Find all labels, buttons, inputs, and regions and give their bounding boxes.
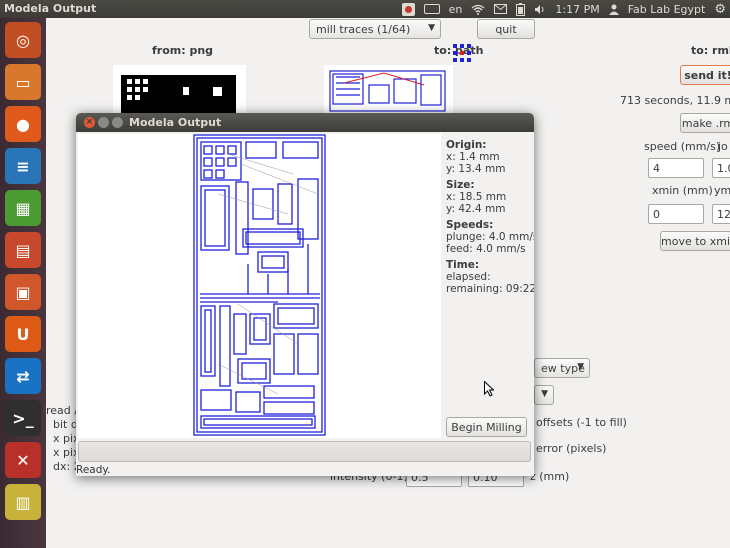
grid-icon <box>453 44 471 62</box>
xmin-label: xmin (mm) <box>652 184 713 197</box>
launcher: ◎ ▭ ● ≡ ▦ ▤ ▣ U ⇄ >_ ✕ ▥ <box>0 18 46 548</box>
chevron-down-icon: ▼ <box>577 362 584 372</box>
speed-label: speed (mm/s) <box>644 140 721 153</box>
plunge-speed: plunge: 4.0 mm/s <box>446 231 534 243</box>
wifi-icon[interactable] <box>471 4 485 15</box>
minimize-icon[interactable] <box>98 117 109 128</box>
indicator-app-icon[interactable] <box>401 2 415 16</box>
keyboard-layout[interactable]: en <box>449 3 463 16</box>
user-name[interactable]: Fab Lab Egypt <box>628 3 706 16</box>
move-to-xmin-button[interactable]: move to xmin <box>660 231 730 251</box>
modela-output-window: × Modela Output Origin: x: 1.4 mm y: 13.… <box>76 113 534 476</box>
launcher-teamviewer-icon[interactable]: ⇄ <box>5 358 41 394</box>
view-type-select[interactable]: ew type ▼ <box>534 358 590 378</box>
size-title: Size: <box>446 179 475 191</box>
origin-y: y: 13.4 mm <box>446 163 506 175</box>
png-preview <box>113 65 246 115</box>
make-rml-button[interactable]: make .rm <box>680 113 730 133</box>
speed-input[interactable]: 4 <box>648 158 704 178</box>
size-x: x: 18.5 mm <box>446 191 507 203</box>
clock[interactable]: 1:17 PM <box>555 3 599 16</box>
time-estimate: 713 seconds, 11.9 minu <box>620 94 730 107</box>
status-text: Ready. <box>76 464 111 476</box>
window-titlebar[interactable]: × Modela Output <box>76 113 534 132</box>
launcher-workspaces-icon[interactable]: ▥ <box>5 484 41 520</box>
chevron-down-icon: ▼ <box>541 389 548 399</box>
toolpath-canvas[interactable] <box>78 134 441 438</box>
active-app-title: Modela Output <box>4 2 97 15</box>
job-info-panel: Origin: x: 1.4 mm y: 13.4 mm Size: x: 18… <box>446 135 534 295</box>
user-icon <box>608 4 619 15</box>
origin-title: Origin: <box>446 139 487 151</box>
path-preview <box>324 65 453 115</box>
launcher-ubuntu-dash-icon[interactable]: ◎ <box>5 22 41 58</box>
launcher-settings-icon[interactable]: ✕ <box>5 442 41 478</box>
launcher-firefox-icon[interactable]: ● <box>5 106 41 142</box>
chevron-down-icon: ▼ <box>428 23 435 33</box>
jog-label: jo <box>718 140 728 153</box>
speeds-title: Speeds: <box>446 219 494 231</box>
jog-input[interactable]: 1.0 <box>712 158 730 178</box>
feed-speed: feed: 4.0 mm/s <box>446 243 526 255</box>
launcher-software-center-icon[interactable]: ▣ <box>5 274 41 310</box>
window-title: Modela Output <box>129 116 222 129</box>
elapsed-time: elapsed: <box>446 271 491 283</box>
top-panel: Modela Output en 1:17 PM Fab Lab Egypt ⚙ <box>0 0 730 18</box>
system-tray: en 1:17 PM Fab Lab Egypt ⚙ <box>401 1 726 17</box>
close-icon[interactable]: × <box>84 117 95 128</box>
from-png-label: from: png <box>152 44 214 57</box>
mode-select[interactable]: mill traces (1/64) ▼ <box>309 19 441 39</box>
begin-milling-button[interactable]: Begin Milling <box>446 417 527 437</box>
mail-icon[interactable] <box>494 4 508 14</box>
launcher-files-icon[interactable]: ▭ <box>5 64 41 100</box>
log-line: read / <box>46 404 78 417</box>
launcher-impress-icon[interactable]: ▤ <box>5 232 41 268</box>
log-line: bit d <box>53 418 78 431</box>
progress-bar <box>78 441 531 462</box>
error-label: error (pixels) <box>536 442 607 455</box>
time-title: Time: <box>446 259 480 271</box>
gear-icon[interactable]: ⚙ <box>714 2 726 17</box>
launcher-calc-icon[interactable]: ▦ <box>5 190 41 226</box>
volume-icon[interactable] <box>534 4 546 15</box>
send-it-button[interactable]: send it! <box>680 65 730 85</box>
keyboard-icon[interactable] <box>423 4 440 14</box>
origin-x: x: 1.4 mm <box>446 151 500 163</box>
offsets-label: offsets (-1 to fill) <box>536 416 627 429</box>
launcher-terminal-icon[interactable]: >_ <box>5 400 41 436</box>
remaining-time: remaining: 09:22 s <box>446 283 534 295</box>
ymin-label: ymi <box>714 184 730 197</box>
launcher-writer-icon[interactable]: ≡ <box>5 148 41 184</box>
ymin-input[interactable]: 12 <box>712 204 730 224</box>
mouse-pointer-icon <box>484 380 495 400</box>
z-label: z (mm) <box>530 470 570 483</box>
xmin-input[interactable]: 0 <box>648 204 704 224</box>
battery-icon[interactable] <box>516 2 526 16</box>
quit-button[interactable]: quit <box>477 19 535 39</box>
maximize-icon[interactable] <box>112 117 123 128</box>
size-y: y: 42.4 mm <box>446 203 506 215</box>
launcher-ubuntu-one-icon[interactable]: U <box>5 316 41 352</box>
to-rml-label: to: rml <box>691 44 730 57</box>
secondary-select[interactable]: ▼ <box>534 385 554 405</box>
